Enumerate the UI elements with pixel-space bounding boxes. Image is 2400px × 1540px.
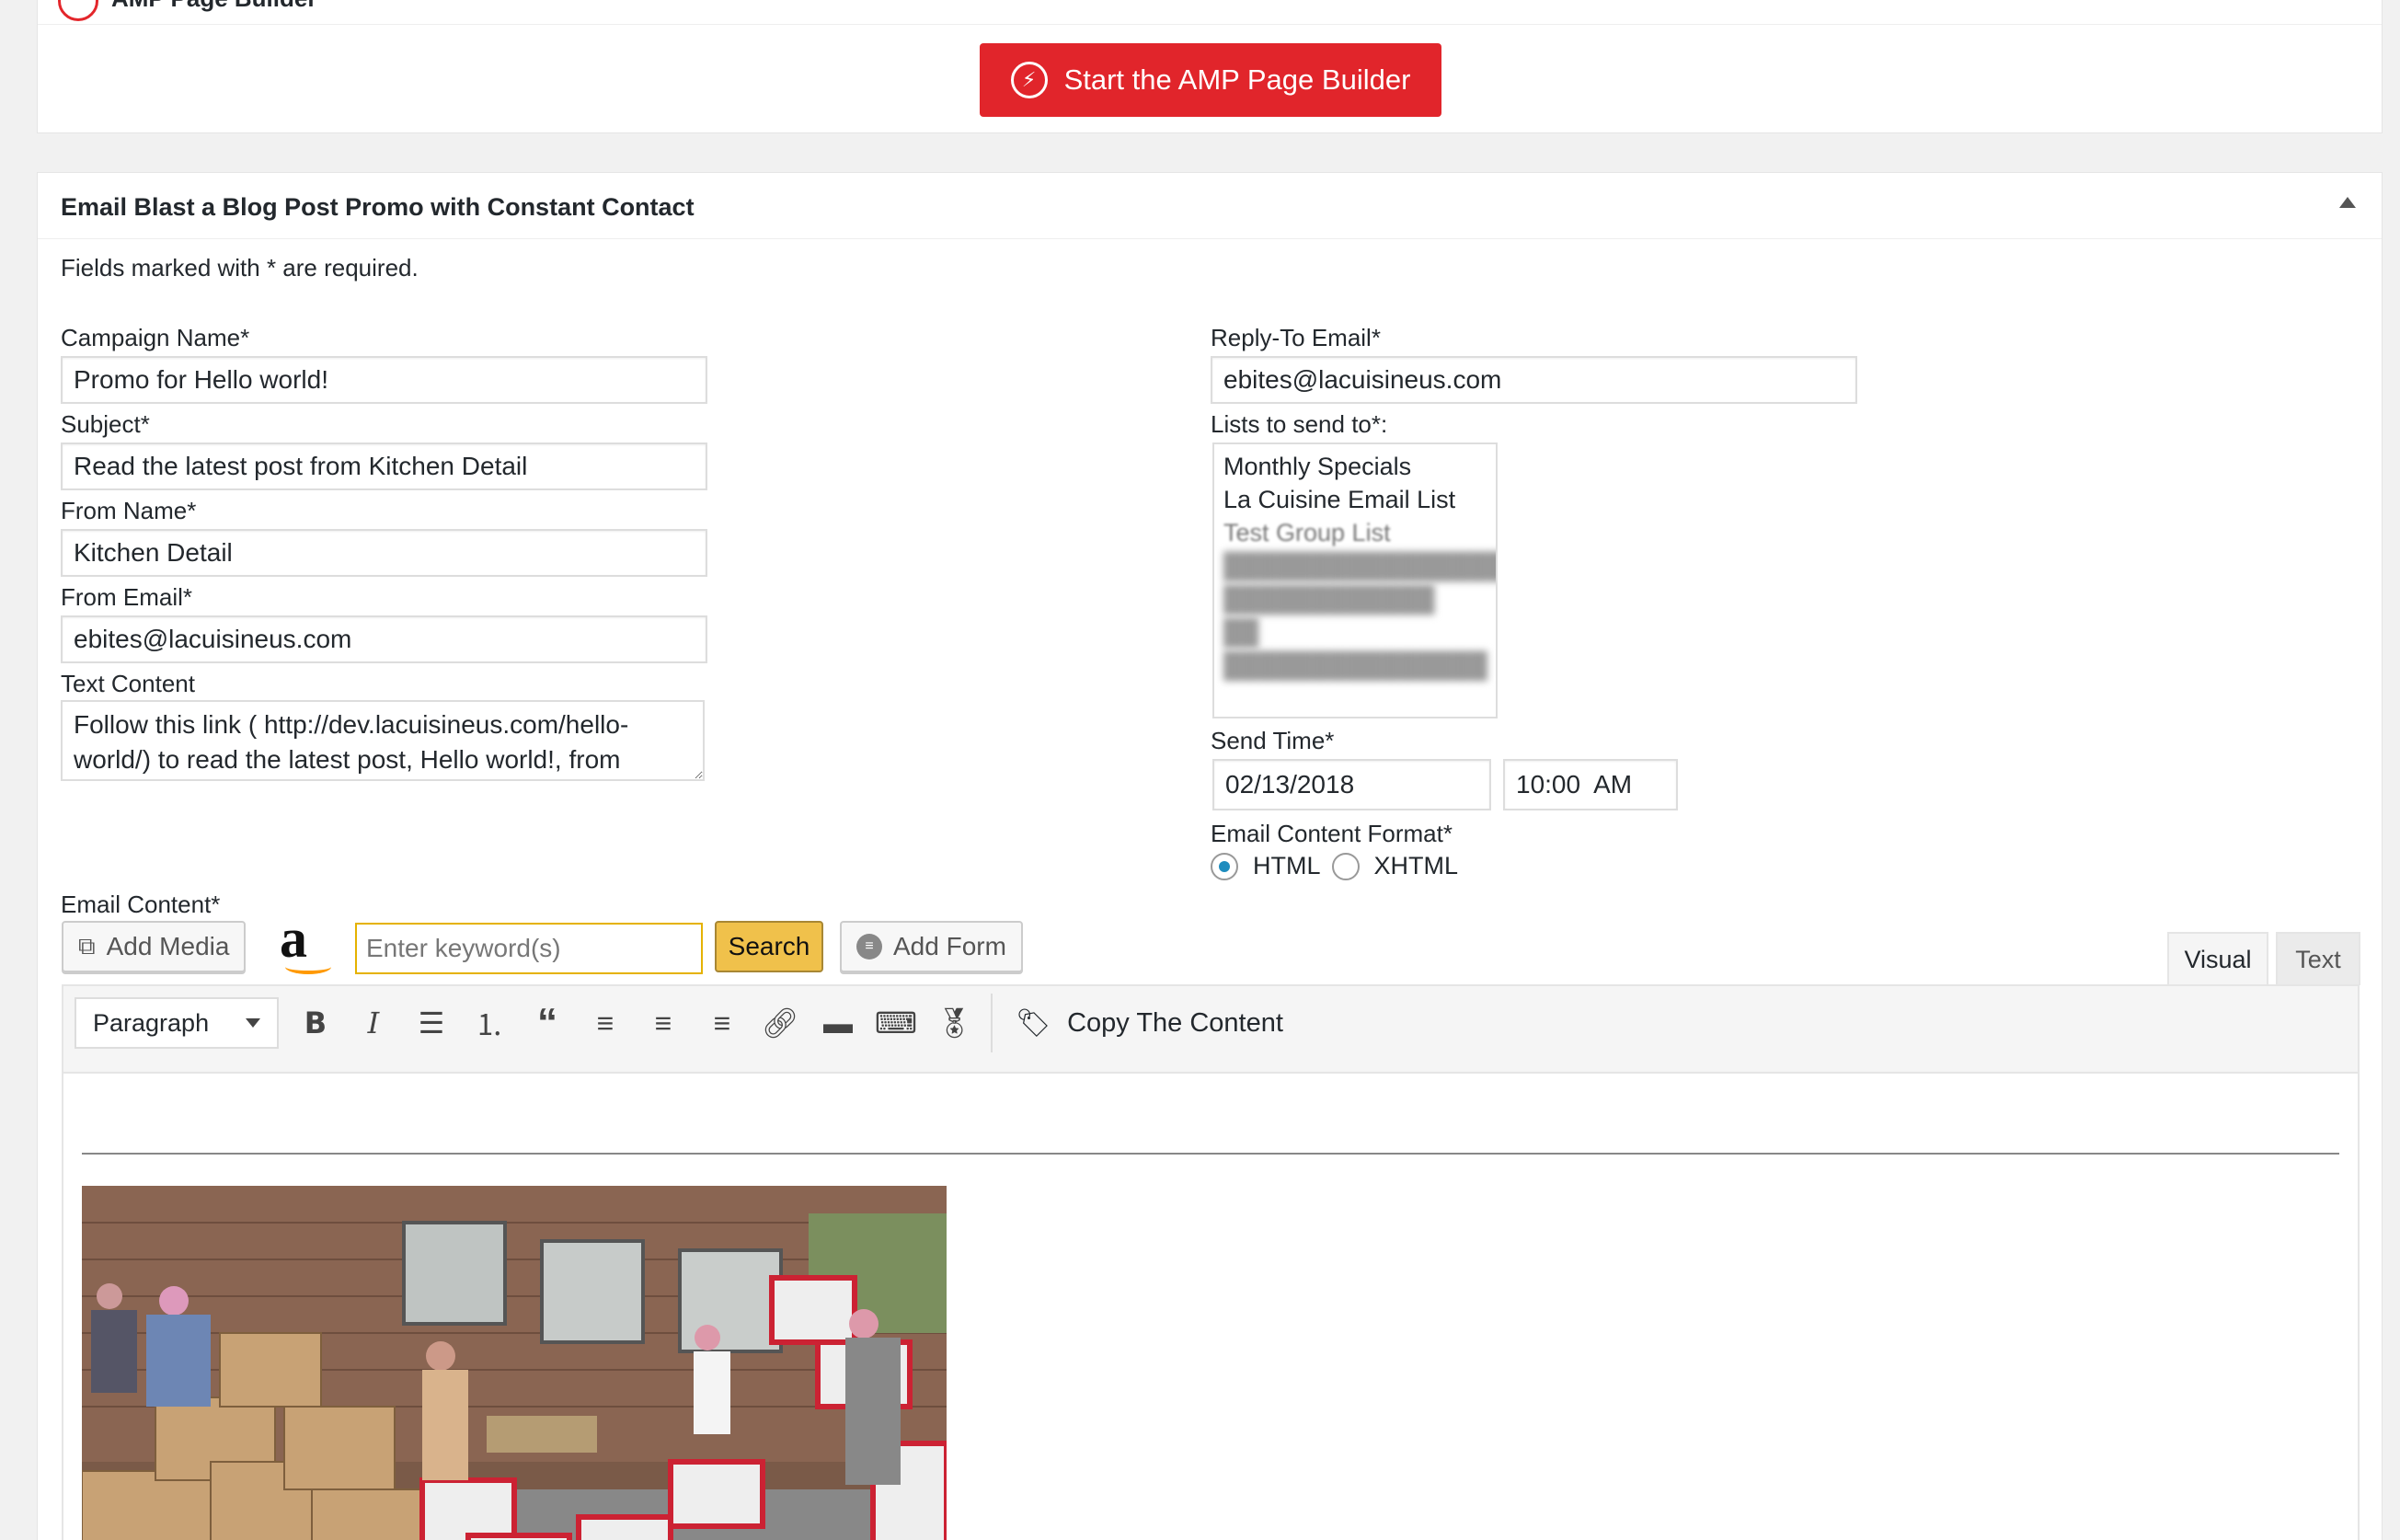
text-content-line-2: world/) to read the latest post, Hello w…: [74, 745, 621, 774]
email-format-label: Email Content Format*: [1211, 820, 1453, 847]
campaign-name-label: Campaign Name*: [61, 324, 250, 351]
tab-visual[interactable]: Visual: [2167, 932, 2268, 985]
start-amp-builder-label: Start the AMP Page Builder: [1063, 63, 1411, 96]
redacted-list-option[interactable]: ████████████: [1223, 582, 1487, 615]
xhtml-radio[interactable]: [1331, 852, 1360, 880]
numbered-list-icon[interactable]: ⒈: [466, 999, 512, 1047]
collapse-toggle-icon[interactable]: [2339, 197, 2356, 208]
add-form-label: Add Form: [893, 932, 1006, 960]
list-option[interactable]: Test Group List: [1223, 516, 1487, 549]
blockquote-icon[interactable]: “: [524, 999, 570, 1047]
align-left-icon[interactable]: ≡: [582, 999, 628, 1047]
align-right-icon[interactable]: ≡: [699, 999, 745, 1047]
redacted-list-option[interactable]: ███████████████: [1223, 649, 1487, 682]
add-form-button[interactable]: ≡ Add Form: [840, 921, 1023, 972]
align-center-icon[interactable]: ≡: [640, 999, 686, 1047]
from-name-label: From Name*: [61, 497, 197, 524]
subject-label: Subject*: [61, 410, 150, 438]
lists-select[interactable]: Monthly Specials La Cuisine Email List T…: [1212, 442, 1498, 718]
keyboard-toolbar-toggle-icon[interactable]: ⌨: [873, 999, 919, 1047]
amazon-logo-icon[interactable]: a: [280, 911, 337, 974]
add-media-label: Add Media: [106, 932, 230, 960]
from-name-input[interactable]: [61, 529, 707, 577]
panel-title: Email Blast a Blog Post Promo with Const…: [61, 193, 695, 221]
post-featured-image[interactable]: [82, 1186, 947, 1540]
add-media-icon: ⧉: [78, 932, 96, 960]
add-form-icon: ≡: [856, 934, 882, 960]
list-option[interactable]: La Cuisine Email List: [1223, 483, 1487, 516]
html-radio[interactable]: [1211, 852, 1238, 880]
horizontal-rule: [82, 1153, 2339, 1155]
lists-label: Lists to send to*:: [1211, 410, 1388, 438]
text-content-line-1: Follow this link ( http://dev.lacuisineu…: [74, 710, 629, 739]
reply-to-label: Reply-To Email*: [1211, 324, 1381, 351]
bold-icon[interactable]: B: [293, 999, 339, 1047]
send-date-input[interactable]: [1212, 759, 1491, 810]
tag-icon: 🏷︎: [1016, 1007, 1051, 1039]
text-content-textarea[interactable]: Follow this link ( http://dev.lacuisineu…: [61, 700, 705, 781]
add-media-button[interactable]: ⧉ Add Media: [62, 921, 247, 972]
list-option[interactable]: Monthly Specials: [1223, 450, 1487, 483]
format-select[interactable]: Paragraph: [75, 997, 279, 1049]
chevron-down-icon: [246, 1018, 260, 1028]
campaign-name-input[interactable]: [61, 356, 707, 404]
toolbar-divider: [991, 994, 993, 1052]
lightning-icon: ⚡︎: [1010, 62, 1048, 98]
copy-content-button[interactable]: 🏷︎ Copy The Content: [1016, 999, 1283, 1047]
italic-icon[interactable]: I: [350, 999, 396, 1047]
editor-toolbar: Paragraph B I ☰ ⒈ “ ≡ ≡ ≡ 🔗︎ ▬ ⌨ 🏅︎ 🏷︎ C…: [63, 986, 2358, 1074]
shortcode-icon[interactable]: 🏅︎: [931, 999, 977, 1047]
amp-panel-header: AMP Page Builder: [38, 0, 2382, 25]
amp-panel: AMP Page Builder ⚡︎ Start the AMP Page B…: [37, 0, 2383, 133]
send-time-input[interactable]: [1503, 759, 1678, 810]
reply-to-input[interactable]: [1211, 356, 1857, 404]
redacted-list-option[interactable]: ██: [1223, 615, 1487, 649]
rich-text-editor: Paragraph B I ☰ ⒈ “ ≡ ≡ ≡ 🔗︎ ▬ ⌨ 🏅︎ 🏷︎ C…: [62, 984, 2360, 1540]
tab-text[interactable]: Text: [2276, 932, 2360, 985]
amazon-search-button[interactable]: Search: [715, 921, 823, 972]
email-content-label: Email Content*: [61, 891, 221, 918]
format-select-value: Paragraph: [93, 1008, 210, 1037]
link-icon[interactable]: 🔗︎: [757, 999, 803, 1047]
html-radio-label: HTML: [1253, 852, 1321, 879]
from-email-label: From Email*: [61, 583, 193, 611]
read-more-icon[interactable]: ▬: [815, 999, 861, 1047]
amp-section-title: AMP Page Builder: [111, 0, 316, 13]
send-time-label: Send Time*: [1211, 727, 1335, 754]
start-amp-builder-button[interactable]: ⚡︎ Start the AMP Page Builder: [980, 43, 1441, 117]
email-blast-panel: Email Blast a Blog Post Promo with Const…: [37, 172, 2383, 1540]
email-format-radio-group: HTML XHTML: [1211, 852, 1458, 880]
bullet-list-icon[interactable]: ☰: [408, 999, 454, 1047]
panel-header: Email Blast a Blog Post Promo with Const…: [38, 173, 2382, 239]
from-email-input[interactable]: [61, 615, 707, 663]
keyword-search-input[interactable]: [355, 923, 703, 974]
amp-logo-icon: [58, 0, 98, 21]
xhtml-radio-label: XHTML: [1373, 852, 1459, 879]
redacted-list-option[interactable]: ████████████████: [1223, 549, 1496, 582]
copy-content-label: Copy The Content: [1067, 1007, 1283, 1038]
subject-input[interactable]: [61, 442, 707, 490]
text-content-label: Text Content: [61, 670, 195, 697]
required-note: Fields marked with * are required.: [61, 254, 419, 282]
editor-content-area[interactable]: [63, 1074, 2358, 1540]
